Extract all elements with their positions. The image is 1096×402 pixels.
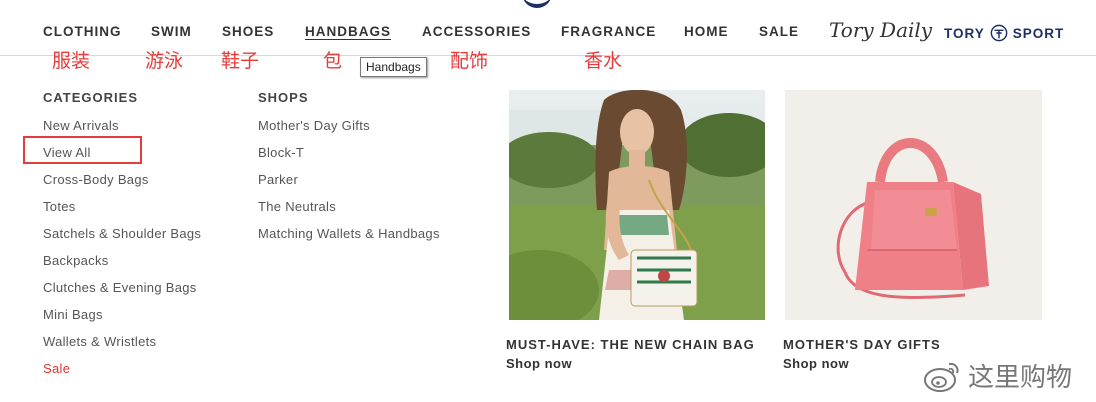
tory-sport-left-text: TORY — [944, 25, 985, 41]
shop-block-t[interactable]: Block-T — [258, 139, 440, 166]
category-clutches-evening-bags[interactable]: Clutches & Evening Bags — [43, 274, 201, 301]
annotation-handbags: 包 — [323, 50, 343, 72]
nav-tory-sport-logo[interactable]: TORY SPORT — [944, 24, 1064, 42]
chain-bag-promo-image[interactable] — [509, 90, 765, 320]
annotation-swim: 游泳 — [145, 50, 184, 72]
annotation-clothing: 服装 — [52, 50, 91, 72]
nav-sale[interactable]: SALE — [759, 24, 799, 39]
annotation-fragrance: 香水 — [584, 50, 623, 72]
annotation-shoes: 鞋子 — [221, 50, 260, 72]
mothers-day-shop-now-link[interactable]: Shop now — [783, 356, 849, 371]
tory-sport-right-text: SPORT — [1012, 25, 1065, 41]
view-all-highlight-box — [23, 136, 142, 164]
tory-sport-emblem-icon — [990, 24, 1008, 42]
mothers-day-promo-title[interactable]: MOTHER'S DAY GIFTS — [783, 337, 941, 352]
nav-tory-daily-logo[interactable]: Tory Daily — [829, 18, 932, 42]
nav-swim[interactable]: SWIM — [151, 24, 192, 39]
categories-heading: CATEGORIES — [43, 90, 138, 105]
weibo-watermark: 这里购物 — [922, 357, 1072, 394]
shops-list: Mother's Day Gifts Block-T Parker The Ne… — [258, 112, 440, 247]
category-cross-body-bags[interactable]: Cross-Body Bags — [43, 166, 201, 193]
nav-clothing[interactable]: CLOTHING — [43, 24, 122, 39]
pink-satchel-illustration — [785, 90, 1042, 320]
category-satchels-shoulder-bags[interactable]: Satchels & Shoulder Bags — [43, 220, 201, 247]
category-new-arrivals[interactable]: New Arrivals — [43, 112, 201, 139]
shop-the-neutrals[interactable]: The Neutrals — [258, 193, 440, 220]
category-wallets-wristlets[interactable]: Wallets & Wristlets — [43, 328, 201, 355]
nav-accessories[interactable]: ACCESSORIES — [422, 24, 531, 39]
shop-matching-wallets-handbags[interactable]: Matching Wallets & Handbags — [258, 220, 440, 247]
nav-home[interactable]: HOME — [684, 24, 729, 39]
model-photo-illustration — [509, 90, 765, 320]
weibo-icon — [924, 362, 959, 392]
category-totes[interactable]: Totes — [43, 193, 201, 220]
shops-heading: SHOPS — [258, 90, 309, 105]
mothers-day-promo-image[interactable] — [785, 90, 1042, 320]
category-backpacks[interactable]: Backpacks — [43, 247, 201, 274]
shop-parker[interactable]: Parker — [258, 166, 440, 193]
nav-handbags[interactable]: HANDBAGS — [305, 24, 391, 39]
shop-mothers-day-gifts[interactable]: Mother's Day Gifts — [258, 112, 440, 139]
annotation-accessories: 配饰 — [450, 50, 489, 72]
chain-bag-promo-title[interactable]: MUST-HAVE: THE NEW CHAIN BAG — [506, 337, 755, 352]
nav-fragrance[interactable]: FRAGRANCE — [561, 24, 656, 39]
category-mini-bags[interactable]: Mini Bags — [43, 301, 201, 328]
nav-shoes[interactable]: SHOES — [222, 24, 274, 39]
chain-bag-shop-now-link[interactable]: Shop now — [506, 356, 572, 371]
handbags-tooltip: Handbags — [360, 57, 427, 77]
brand-logo-fragment[interactable] — [522, 0, 552, 8]
watermark-text: 这里购物 — [968, 363, 1073, 393]
category-sale[interactable]: Sale — [43, 355, 201, 382]
